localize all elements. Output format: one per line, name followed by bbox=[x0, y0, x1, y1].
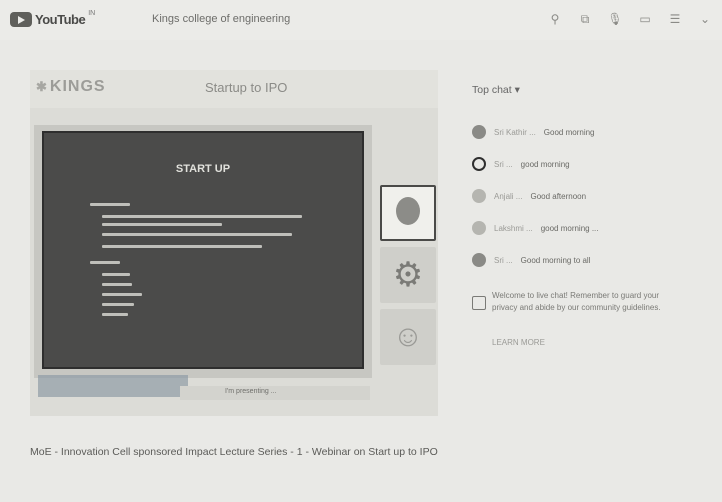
chat-text: good morning bbox=[520, 159, 570, 169]
bullet-line bbox=[102, 223, 222, 226]
bullet-line bbox=[102, 283, 132, 286]
face-icon bbox=[396, 197, 420, 225]
chat-text: Good afternoon bbox=[530, 191, 587, 201]
chevron-down-icon[interactable]: ⌄ bbox=[696, 11, 714, 27]
video-player[interactable]: ✱ KINGS Startup to IPO START UP I'm prese… bbox=[30, 70, 438, 416]
avatar bbox=[472, 125, 486, 139]
chat-author[interactable]: Sri Kathir ... bbox=[494, 128, 536, 137]
chat-author[interactable]: Sri ... bbox=[494, 256, 513, 265]
mic-icon[interactable]: 🎙 bbox=[606, 11, 624, 27]
chat-message: Anjali ... Good afternoon bbox=[472, 186, 702, 206]
logo-text: YouTube bbox=[35, 11, 86, 27]
slide-heading: START UP bbox=[175, 163, 231, 175]
cast-icon[interactable]: ▭ bbox=[636, 11, 654, 27]
top-icons: ⚲ ⧉ 🎙 ▭ ☰ ⌄ bbox=[546, 11, 714, 27]
chat-message: Sri ... Good morning to all bbox=[472, 250, 702, 270]
bullet-line bbox=[102, 215, 302, 218]
avatar bbox=[472, 253, 486, 267]
chat-message: Sri Kathir ... Good morning bbox=[472, 122, 702, 142]
region-badge: IN bbox=[88, 9, 96, 17]
participant-video bbox=[380, 185, 436, 241]
chat-text: good morning ... bbox=[540, 223, 599, 233]
avatar bbox=[472, 221, 486, 235]
channel-name[interactable]: Kings college of engineering bbox=[152, 13, 290, 25]
share-icon[interactable]: ⧉ bbox=[576, 11, 594, 27]
avatar-icon: ☺ bbox=[392, 320, 424, 353]
participant-avatar: ☺ bbox=[380, 309, 436, 365]
live-chat: Top chat ▾ Sri Kathir ... Good morning S… bbox=[462, 70, 707, 370]
video-title: MoE - Innovation Cell sponsored Impact L… bbox=[30, 446, 438, 458]
slide: START UP bbox=[42, 131, 364, 369]
chat-text: Good morning to all bbox=[520, 255, 591, 265]
avatar bbox=[472, 157, 486, 171]
participant-logo: ⚙ bbox=[380, 247, 436, 303]
bullet-line bbox=[102, 245, 262, 248]
slide-accent bbox=[38, 375, 188, 397]
bullet-line bbox=[90, 261, 120, 264]
info-icon bbox=[472, 296, 486, 310]
bullet-line bbox=[90, 203, 130, 206]
avatar bbox=[472, 189, 486, 203]
chat-author[interactable]: Anjali ... bbox=[494, 192, 522, 201]
slide-frame: START UP bbox=[34, 125, 372, 378]
top-bar: YouTube IN Kings college of engineering … bbox=[0, 0, 722, 40]
participants-panel: ⚙ ☺ bbox=[380, 185, 438, 415]
gear-icon: ⚙ bbox=[392, 256, 424, 294]
slide-title: Startup to IPO bbox=[205, 80, 288, 95]
slide-header: ✱ KINGS Startup to IPO bbox=[30, 70, 438, 108]
search-icon[interactable]: ⚲ bbox=[546, 11, 564, 27]
play-icon bbox=[10, 11, 32, 27]
bullet-line bbox=[102, 233, 292, 236]
youtube-logo[interactable]: YouTube IN bbox=[10, 10, 95, 28]
bullet-line bbox=[102, 313, 128, 316]
bullet-line bbox=[102, 303, 134, 306]
chat-message: Sri ... good morning bbox=[472, 154, 702, 174]
chat-text: Good morning bbox=[543, 127, 595, 137]
kings-logo: ✱ KINGS bbox=[36, 78, 106, 95]
caption-text: I'm presenting ... bbox=[225, 388, 277, 395]
bullet-line bbox=[102, 273, 130, 276]
chat-author[interactable]: Lakshmi ... bbox=[494, 224, 533, 233]
menu-icon[interactable]: ☰ bbox=[666, 11, 684, 27]
chat-header[interactable]: Top chat ▾ bbox=[472, 84, 520, 96]
chat-author[interactable]: Sri ... bbox=[494, 160, 513, 169]
chat-welcome-text: Welcome to live chat! Remember to guard … bbox=[492, 291, 661, 312]
bullet-line bbox=[102, 293, 142, 296]
learn-more-link[interactable]: LEARN MORE bbox=[492, 338, 545, 347]
chat-message: Lakshmi ... good morning ... bbox=[472, 218, 702, 238]
